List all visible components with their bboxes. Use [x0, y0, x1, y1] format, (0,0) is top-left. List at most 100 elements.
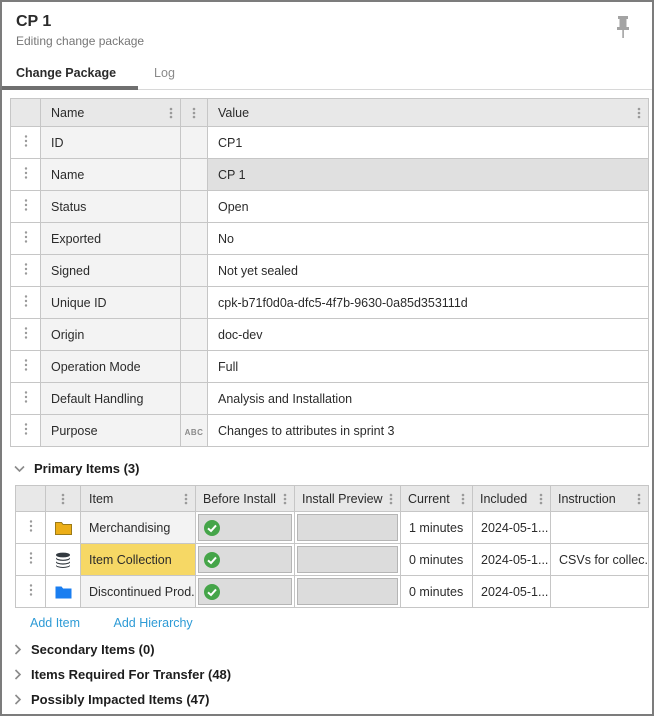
item-name[interactable]: Merchandising: [80, 511, 196, 544]
current-duration[interactable]: 0 minutes: [400, 543, 473, 576]
property-value[interactable]: Analysis and Installation: [207, 382, 649, 415]
included-date[interactable]: 2024-05-1...: [472, 511, 551, 544]
section-title: Possibly Impacted Items (47): [31, 692, 210, 707]
current-duration[interactable]: 0 minutes: [400, 575, 473, 608]
drag-handle-icon[interactable]: [21, 357, 31, 373]
drag-handle-icon[interactable]: [21, 325, 31, 341]
column-menu-icon[interactable]: [181, 492, 191, 506]
before-install-cell[interactable]: [195, 575, 295, 608]
section-primary-items[interactable]: Primary Items (3): [14, 461, 652, 476]
drag-handle-icon[interactable]: [21, 389, 31, 405]
table-row: Name CP 1: [10, 158, 649, 191]
property-value[interactable]: No: [207, 222, 649, 255]
property-value[interactable]: Changes to attributes in sprint 3: [207, 414, 649, 447]
current-duration[interactable]: 1 minutes: [400, 511, 473, 544]
tab-log[interactable]: Log: [138, 61, 191, 89]
column-header-current-label: Current: [408, 491, 450, 506]
drag-handle-icon[interactable]: [26, 550, 36, 566]
column-header-type[interactable]: [180, 98, 208, 127]
property-name: Signed: [40, 254, 181, 287]
column-header-item-label: Item: [89, 491, 114, 506]
column-header-included-label: Included: [480, 491, 528, 506]
column-header-install-preview[interactable]: Install Preview: [294, 485, 401, 512]
property-value-selected[interactable]: CP 1: [207, 158, 649, 191]
properties-header-row: Name Value: [10, 98, 649, 127]
column-menu-icon[interactable]: [386, 492, 396, 506]
tab-change-package[interactable]: Change Package: [2, 61, 139, 90]
property-value[interactable]: Open: [207, 190, 649, 223]
drag-handle-icon[interactable]: [26, 582, 36, 598]
instruction-text[interactable]: [550, 575, 649, 608]
drag-handle-icon[interactable]: [21, 133, 31, 149]
column-header-included[interactable]: Included: [472, 485, 551, 512]
property-value[interactable]: CP1: [207, 126, 649, 159]
primary-item-row: Item Collection 0 minutes 2024-05-1... C…: [15, 543, 649, 576]
chevron-right-icon: [14, 669, 22, 680]
column-header-instruction[interactable]: Instruction: [550, 485, 649, 512]
column-header-current[interactable]: Current: [400, 485, 473, 512]
instruction-text[interactable]: [550, 511, 649, 544]
property-type-cell: [180, 286, 208, 319]
column-menu-icon[interactable]: [166, 106, 176, 120]
drag-handle-icon[interactable]: [26, 518, 36, 534]
property-type-cell: [180, 190, 208, 223]
column-header-value-label: Value: [218, 105, 250, 120]
drag-handle-icon[interactable]: [21, 421, 31, 437]
success-check-icon: [203, 551, 221, 569]
table-row: Status Open: [10, 190, 649, 223]
drag-handle-icon[interactable]: [21, 197, 31, 213]
table-row: Origin doc-dev: [10, 318, 649, 351]
install-preview-cell[interactable]: [294, 543, 401, 576]
drag-handle-icon[interactable]: [21, 165, 31, 181]
column-menu-icon[interactable]: [58, 492, 68, 506]
column-menu-icon[interactable]: [634, 492, 644, 506]
property-value[interactable]: Full: [207, 350, 649, 383]
add-item-link[interactable]: Add Item: [30, 616, 80, 630]
primary-items-header-row: Item Before Install Install Preview Curr…: [15, 485, 649, 512]
install-preview-cell[interactable]: [294, 575, 401, 608]
primary-item-row: Merchandising 1 minutes 2024-05-1...: [15, 511, 649, 544]
column-header-value[interactable]: Value: [207, 98, 649, 127]
property-name: Origin: [40, 318, 181, 351]
instruction-text[interactable]: CSVs for collec...: [550, 543, 649, 576]
column-header-before-install-label: Before Install: [203, 491, 276, 506]
drag-handle-icon[interactable]: [21, 293, 31, 309]
column-header-name[interactable]: Name: [40, 98, 181, 127]
property-name: Purpose: [40, 414, 181, 447]
column-menu-icon[interactable]: [280, 492, 290, 506]
included-date[interactable]: 2024-05-1...: [472, 575, 551, 608]
property-name: Name: [40, 158, 181, 191]
success-check-icon: [203, 583, 221, 601]
chevron-right-icon: [14, 694, 22, 705]
item-name-highlighted[interactable]: Item Collection: [80, 543, 196, 576]
item-name[interactable]: Discontinued Prod...: [80, 575, 196, 608]
install-preview-cell[interactable]: [294, 511, 401, 544]
section-possibly-impacted-items[interactable]: Possibly Impacted Items (47): [14, 692, 652, 707]
property-type-cell: [180, 318, 208, 351]
column-menu-icon[interactable]: [634, 106, 644, 120]
column-header-item[interactable]: Item: [80, 485, 196, 512]
column-header-icon[interactable]: [45, 485, 81, 512]
column-header-before-install[interactable]: Before Install: [195, 485, 295, 512]
included-date[interactable]: 2024-05-1...: [472, 543, 551, 576]
table-row: ID CP1: [10, 126, 649, 159]
section-secondary-items[interactable]: Secondary Items (0): [14, 642, 652, 657]
pin-button[interactable]: [612, 14, 634, 40]
property-type-cell: [180, 126, 208, 159]
folder-icon: [47, 520, 80, 536]
table-row: Signed Not yet sealed: [10, 254, 649, 287]
before-install-cell[interactable]: [195, 511, 295, 544]
property-value[interactable]: Not yet sealed: [207, 254, 649, 287]
property-value[interactable]: doc-dev: [207, 318, 649, 351]
column-menu-icon[interactable]: [189, 106, 199, 120]
item-actions: Add Item Add Hierarchy: [30, 614, 652, 632]
drag-handle-icon[interactable]: [21, 261, 31, 277]
section-items-required-for-transfer[interactable]: Items Required For Transfer (48): [14, 667, 652, 682]
column-menu-icon[interactable]: [458, 492, 468, 506]
before-install-cell[interactable]: [195, 543, 295, 576]
property-type-cell: [180, 382, 208, 415]
property-value[interactable]: cpk-b71f0d0a-dfc5-4f7b-9630-0a85d353111d: [207, 286, 649, 319]
add-hierarchy-link[interactable]: Add Hierarchy: [113, 616, 192, 630]
column-menu-icon[interactable]: [536, 492, 546, 506]
drag-handle-icon[interactable]: [21, 229, 31, 245]
